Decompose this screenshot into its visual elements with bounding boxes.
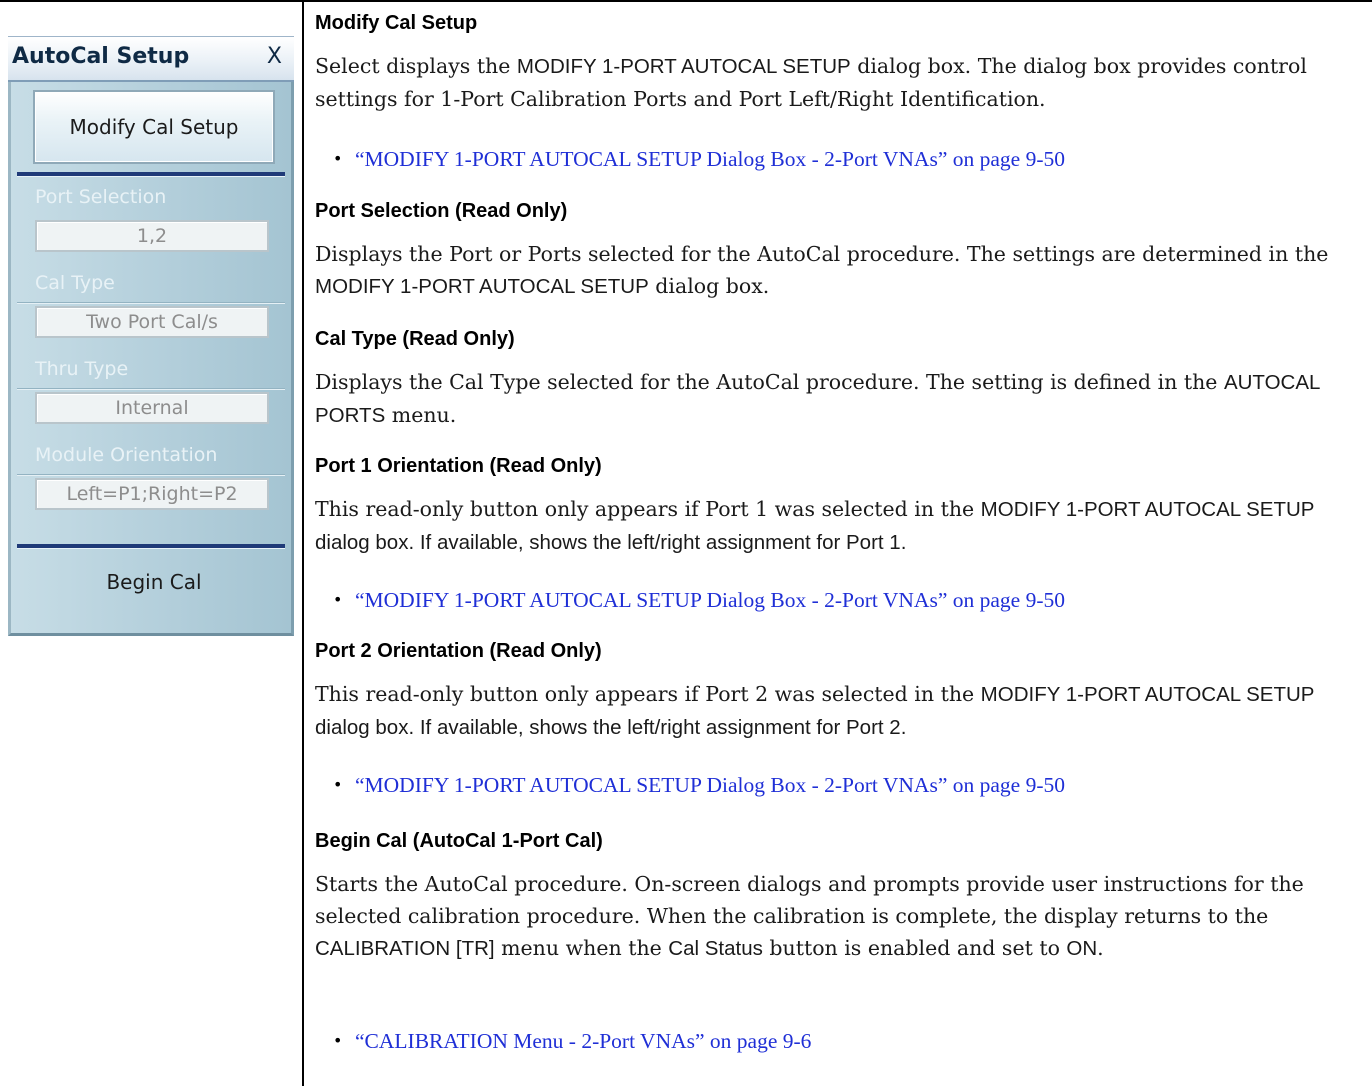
field-divider <box>17 474 285 476</box>
section-heading: Begin Cal (AutoCal 1-Port Cal) <box>315 830 603 852</box>
begin-cal-button[interactable]: Begin Cal <box>33 552 275 612</box>
port-selection-label: Port Selection <box>35 186 167 208</box>
list-item: • “MODIFY 1-PORT AUTOCAL SETUP Dialog Box… <box>333 588 1065 612</box>
cross-reference-link[interactable]: “MODIFY 1-PORT AUTOCAL SETUP Dialog Box … <box>355 588 1065 612</box>
thru-type-field: Internal <box>35 392 269 424</box>
list-item: • “CALIBRATION Menu - 2-Port VNAs” on pag… <box>333 1029 812 1053</box>
field-divider <box>17 388 285 390</box>
cross-reference-link[interactable]: “MODIFY 1-PORT AUTOCAL SETUP Dialog Box … <box>355 773 1065 797</box>
section-paragraph: This read-only button only appears if Po… <box>315 497 1315 554</box>
cal-type-field: Two Port Cal/s <box>35 306 269 338</box>
modify-cal-setup-button[interactable]: Modify Cal Setup <box>33 90 275 164</box>
cross-reference-link[interactable]: “CALIBRATION Menu - 2-Port VNAs” on page… <box>355 1029 811 1053</box>
top-rule <box>0 0 1372 2</box>
cal-type-label: Cal Type <box>35 272 115 294</box>
section-paragraph: Displays the Cal Type selected for the A… <box>315 370 1320 427</box>
menu-body: Modify Cal Setup Port Selection 1,2 Cal … <box>8 82 294 636</box>
section-paragraph: Starts the AutoCal procedure. On-screen … <box>315 872 1304 960</box>
list-item: • “MODIFY 1-PORT AUTOCAL SETUP Dialog Box… <box>333 773 1065 797</box>
section-heading: Cal Type (Read Only) <box>315 328 515 350</box>
port-selection-field: 1,2 <box>35 220 269 252</box>
section-paragraph: Displays the Port or Ports selected for … <box>315 242 1329 298</box>
thru-type-label: Thru Type <box>35 358 129 380</box>
section-paragraph: Select displays the MODIFY 1-PORT AUTOCA… <box>315 54 1307 111</box>
section-heading: Port 2 Orientation (Read Only) <box>315 640 602 662</box>
menu-title: AutoCal Setup <box>12 44 190 69</box>
column-divider <box>302 0 304 1086</box>
section-heading: Port Selection (Read Only) <box>315 200 568 222</box>
autocal-setup-menu: AutoCal Setup X Modify Cal Setup Port Se… <box>8 36 294 636</box>
list-item: • “MODIFY 1-PORT AUTOCAL SETUP Dialog Box… <box>333 147 1065 171</box>
menu-separator <box>17 544 285 549</box>
module-orientation-label: Module Orientation <box>35 444 218 466</box>
menu-separator <box>17 172 285 177</box>
section-heading: Port 1 Orientation (Read Only) <box>315 455 602 477</box>
section-paragraph: This read-only button only appears if Po… <box>315 682 1315 739</box>
close-icon[interactable]: X <box>267 44 282 69</box>
field-divider <box>17 302 285 304</box>
module-orientation-field: Left=P1;Right=P2 <box>35 478 269 510</box>
section-heading: Modify Cal Setup <box>315 12 478 34</box>
menu-title-bar: AutoCal Setup X <box>8 36 294 82</box>
cross-reference-link[interactable]: “MODIFY 1-PORT AUTOCAL SETUP Dialog Box … <box>355 147 1065 171</box>
